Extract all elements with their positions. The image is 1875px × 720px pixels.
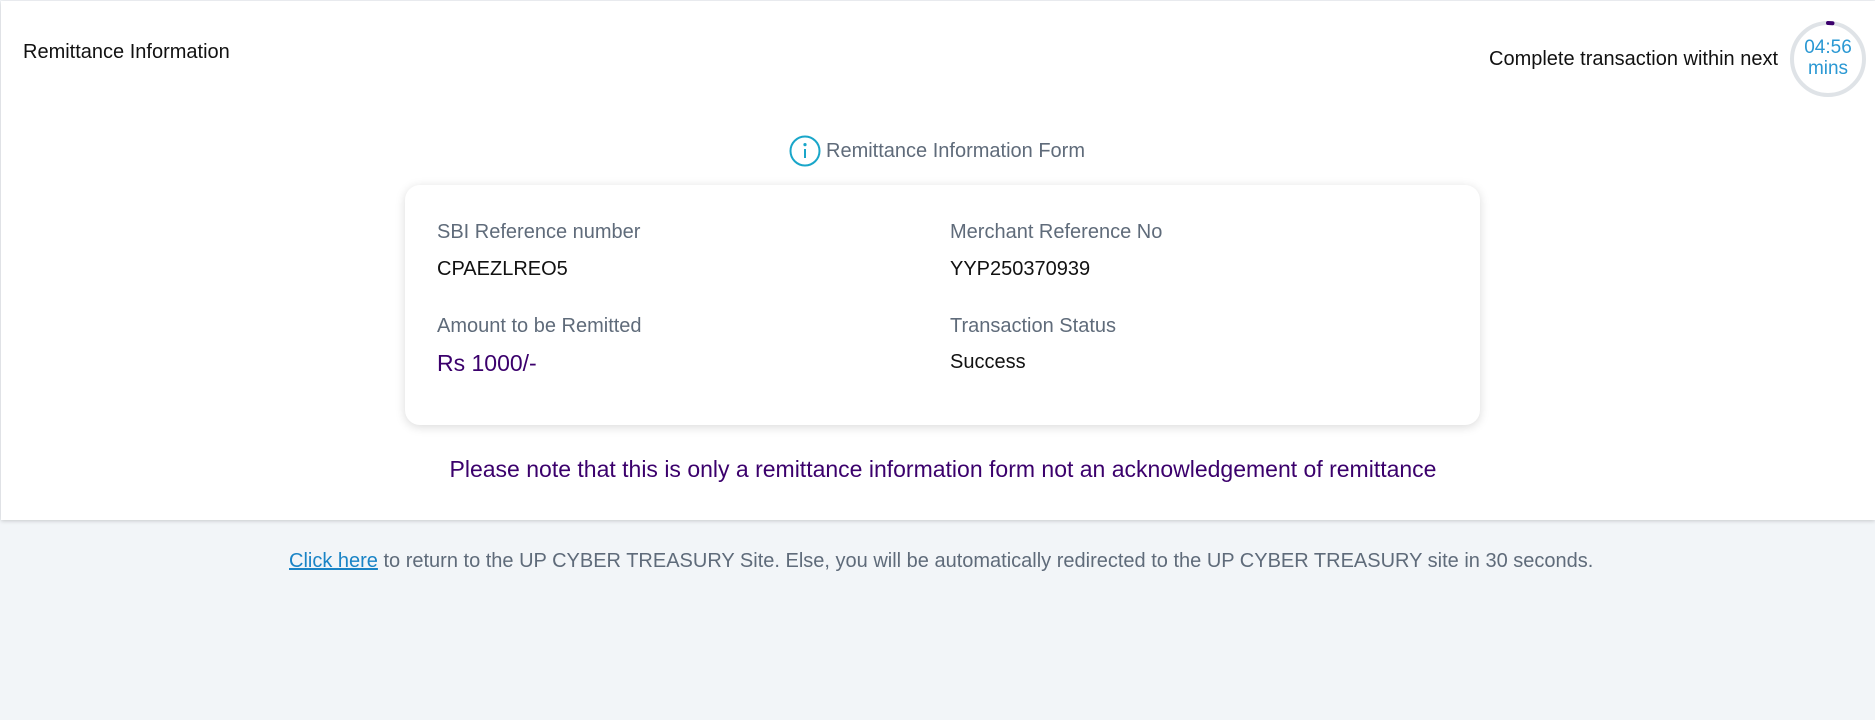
transaction-status-value: Success	[950, 351, 1026, 373]
merchant-reference-label: Merchant Reference No	[950, 221, 1163, 243]
amount-label: Amount to be Remitted	[437, 315, 642, 337]
form-heading-text: Remittance Information Form	[826, 139, 1085, 162]
sbi-reference-value: CPAEZLREO5	[437, 258, 568, 280]
remittance-panel: Remittance Information Complete transact…	[1, 1, 1875, 520]
timer-message: Complete transaction within next	[1489, 48, 1779, 70]
info-circle-icon	[789, 135, 821, 167]
transaction-status-label: Transaction Status	[950, 315, 1117, 337]
remittance-details-card: SBI Reference number CPAEZLREO5 Merchant…	[405, 185, 1480, 425]
form-heading: Remittance Information Form	[789, 134, 1085, 168]
page-title: Remittance Information	[23, 41, 230, 63]
merchant-reference-value: YYP250370939	[950, 258, 1091, 280]
redirect-message: Click here to return to the UP CYBER TRE…	[289, 550, 1593, 573]
return-link[interactable]: Click here	[289, 550, 378, 572]
countdown-timer: 04:56 mins	[1789, 20, 1867, 98]
remittance-notice: Please note that this is only a remittan…	[449, 456, 1437, 482]
timer-value: 04:56	[1804, 37, 1852, 58]
timer-unit: mins	[1807, 58, 1849, 79]
sbi-reference-label: SBI Reference number	[437, 221, 641, 243]
amount-value: Rs 1000/-	[437, 350, 537, 376]
redirect-message-text: to return to the UP CYBER TREASURY Site.…	[377, 550, 1594, 572]
